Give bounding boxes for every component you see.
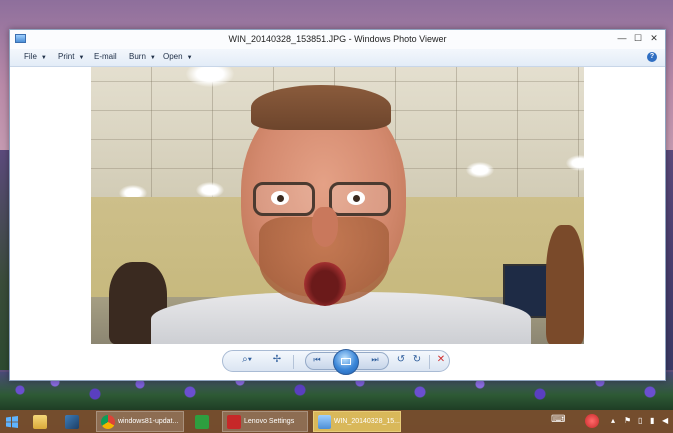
show-hidden-icons-icon[interactable]: ▴	[611, 416, 615, 425]
windows-logo-icon	[6, 415, 18, 428]
taskbar-office[interactable]	[192, 411, 214, 432]
taskbar-app[interactable]	[62, 411, 84, 432]
menu-burn[interactable]: Burn ▼	[129, 52, 156, 61]
photo-mouth	[304, 262, 346, 306]
title-bar[interactable]: WIN_20140328_153851.JPG - Windows Photo …	[10, 30, 665, 49]
photo-viewer-icon	[318, 414, 331, 429]
tray-app-icon	[584, 413, 599, 428]
photo-pupil	[277, 195, 284, 202]
menu-open[interactable]: Open ▼	[163, 52, 193, 61]
start-button[interactable]	[3, 411, 21, 432]
help-icon[interactable]: ?	[647, 52, 657, 62]
photo-nose	[312, 207, 338, 247]
delete-icon[interactable]: ✕	[434, 354, 448, 365]
chrome-icon	[101, 414, 115, 429]
taskbar-lenovo-settings[interactable]: Lenovo Settings	[222, 411, 308, 432]
separator	[293, 355, 294, 369]
menu-file[interactable]: File ▼	[24, 52, 47, 61]
chevron-down-icon: ▼	[40, 55, 47, 61]
actual-size-icon[interactable]: ✢	[270, 354, 284, 365]
photo-hair	[251, 85, 391, 130]
minimize-button[interactable]: —	[615, 31, 629, 45]
maximize-button[interactable]: ☐	[631, 31, 645, 45]
photo-controls-bar: ⌕▾ ✢ ⏮ ⏭ ↺ ↻ ✕	[10, 344, 665, 380]
office-icon	[194, 414, 209, 429]
window-controls: — ☐ ✕	[615, 31, 661, 45]
taskbar-file-explorer[interactable]	[30, 411, 52, 432]
lenovo-settings-icon	[227, 414, 241, 429]
photo-ceiling-light	[466, 162, 494, 178]
file-explorer-icon	[32, 414, 47, 429]
volume-icon[interactable]: ◀	[662, 416, 668, 425]
app-icon	[64, 414, 79, 429]
menu-email-label: E-mail	[94, 52, 117, 61]
chevron-down-icon: ▼	[78, 55, 85, 61]
desktop-background-left	[0, 150, 9, 370]
slideshow-button[interactable]	[333, 349, 359, 375]
photo-pupil	[353, 195, 360, 202]
taskbar-chrome[interactable]: windows81-updat...	[96, 411, 184, 432]
keyboard-icon[interactable]: ⌨	[551, 414, 565, 425]
displayed-photo	[91, 67, 584, 344]
previous-button[interactable]: ⏮	[310, 355, 324, 365]
taskbar-chrome-label: windows81-updat...	[118, 418, 179, 425]
tray-red-app[interactable]	[582, 410, 604, 431]
photo-ceiling-light	[196, 182, 224, 198]
image-viewport[interactable]	[10, 67, 665, 344]
menu-email[interactable]: E-mail	[94, 52, 117, 61]
command-bar: File ▼ Print ▼ E-mail Burn ▼ Open ▼ ?	[10, 49, 665, 67]
rotate-counterclockwise-icon[interactable]: ↺	[394, 354, 408, 365]
menu-print[interactable]: Print ▼	[58, 52, 84, 61]
taskbar: windows81-updat... Lenovo Settings WIN_2…	[0, 410, 673, 433]
taskbar-lenovo-label: Lenovo Settings	[244, 418, 295, 425]
menu-open-label: Open	[163, 52, 183, 61]
next-button[interactable]: ⏭	[368, 355, 382, 365]
action-center-flag-icon[interactable]: ⚑	[624, 416, 631, 425]
taskbar-photo-viewer-label: WIN_20140328_15...	[333, 418, 400, 425]
close-button[interactable]: ✕	[647, 31, 661, 45]
menu-print-label: Print	[58, 52, 75, 61]
rotate-clockwise-icon[interactable]: ↻	[410, 354, 424, 365]
battery-icon[interactable]: ▯	[638, 416, 642, 425]
slideshow-icon	[341, 358, 351, 365]
chevron-down-icon: ▼	[186, 55, 193, 61]
photo-background-person	[546, 225, 584, 344]
separator	[429, 355, 430, 369]
taskbar-photo-viewer[interactable]: WIN_20140328_15...	[313, 411, 401, 432]
zoom-icon[interactable]: ⌕▾	[236, 354, 258, 365]
photo-viewer-window: WIN_20140328_153851.JPG - Windows Photo …	[9, 29, 666, 381]
window-title: WIN_20140328_153851.JPG - Windows Photo …	[228, 34, 447, 44]
menu-burn-label: Burn	[129, 52, 146, 61]
menu-file-label: File	[24, 52, 37, 61]
network-signal-icon[interactable]: ▮	[650, 416, 654, 425]
chevron-down-icon: ▼	[149, 55, 156, 61]
